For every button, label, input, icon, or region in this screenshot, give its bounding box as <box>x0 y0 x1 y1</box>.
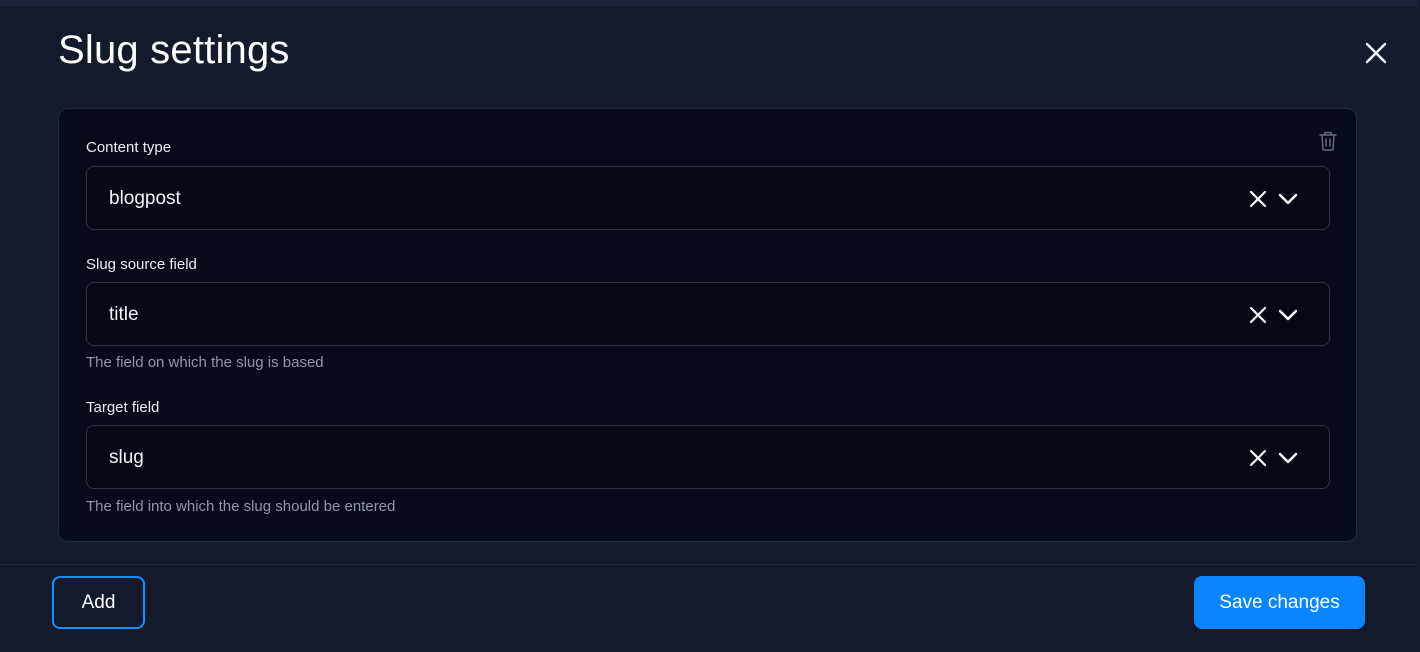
chevron-down-icon[interactable] <box>1277 188 1299 210</box>
trash-icon[interactable] <box>1317 129 1339 153</box>
target-field-select[interactable]: slug <box>86 425 1330 489</box>
target-field-help: The field into which the slug should be … <box>86 498 396 515</box>
close-icon <box>1365 42 1387 64</box>
content-type-label: Content type <box>86 139 172 156</box>
modal-title: Slug settings <box>58 28 290 72</box>
chevron-down-icon[interactable] <box>1277 447 1299 469</box>
chevron-down-icon[interactable] <box>1277 304 1299 326</box>
slug-settings-modal: Slug settings Content type blogpost Slug… <box>0 6 1418 652</box>
slug-source-field-value: title <box>109 304 139 325</box>
slug-source-field-label: Slug source field <box>86 256 197 273</box>
target-field-value: slug <box>109 447 144 468</box>
mapping-panel: Content type blogpost Slug source field … <box>58 108 1357 542</box>
clear-x-icon[interactable] <box>1247 188 1269 210</box>
close-button[interactable] <box>1362 39 1390 67</box>
slug-source-field-select[interactable]: title <box>86 282 1330 346</box>
clear-x-icon[interactable] <box>1247 447 1269 469</box>
content-type-select[interactable]: blogpost <box>86 166 1330 230</box>
slug-source-field-help: The field on which the slug is based <box>86 354 324 371</box>
clear-x-icon[interactable] <box>1247 304 1269 326</box>
save-changes-button[interactable]: Save changes <box>1194 576 1365 629</box>
footer-divider <box>0 564 1418 565</box>
add-button[interactable]: Add <box>52 576 145 629</box>
content-type-value: blogpost <box>109 188 181 209</box>
target-field-label: Target field <box>86 399 160 416</box>
